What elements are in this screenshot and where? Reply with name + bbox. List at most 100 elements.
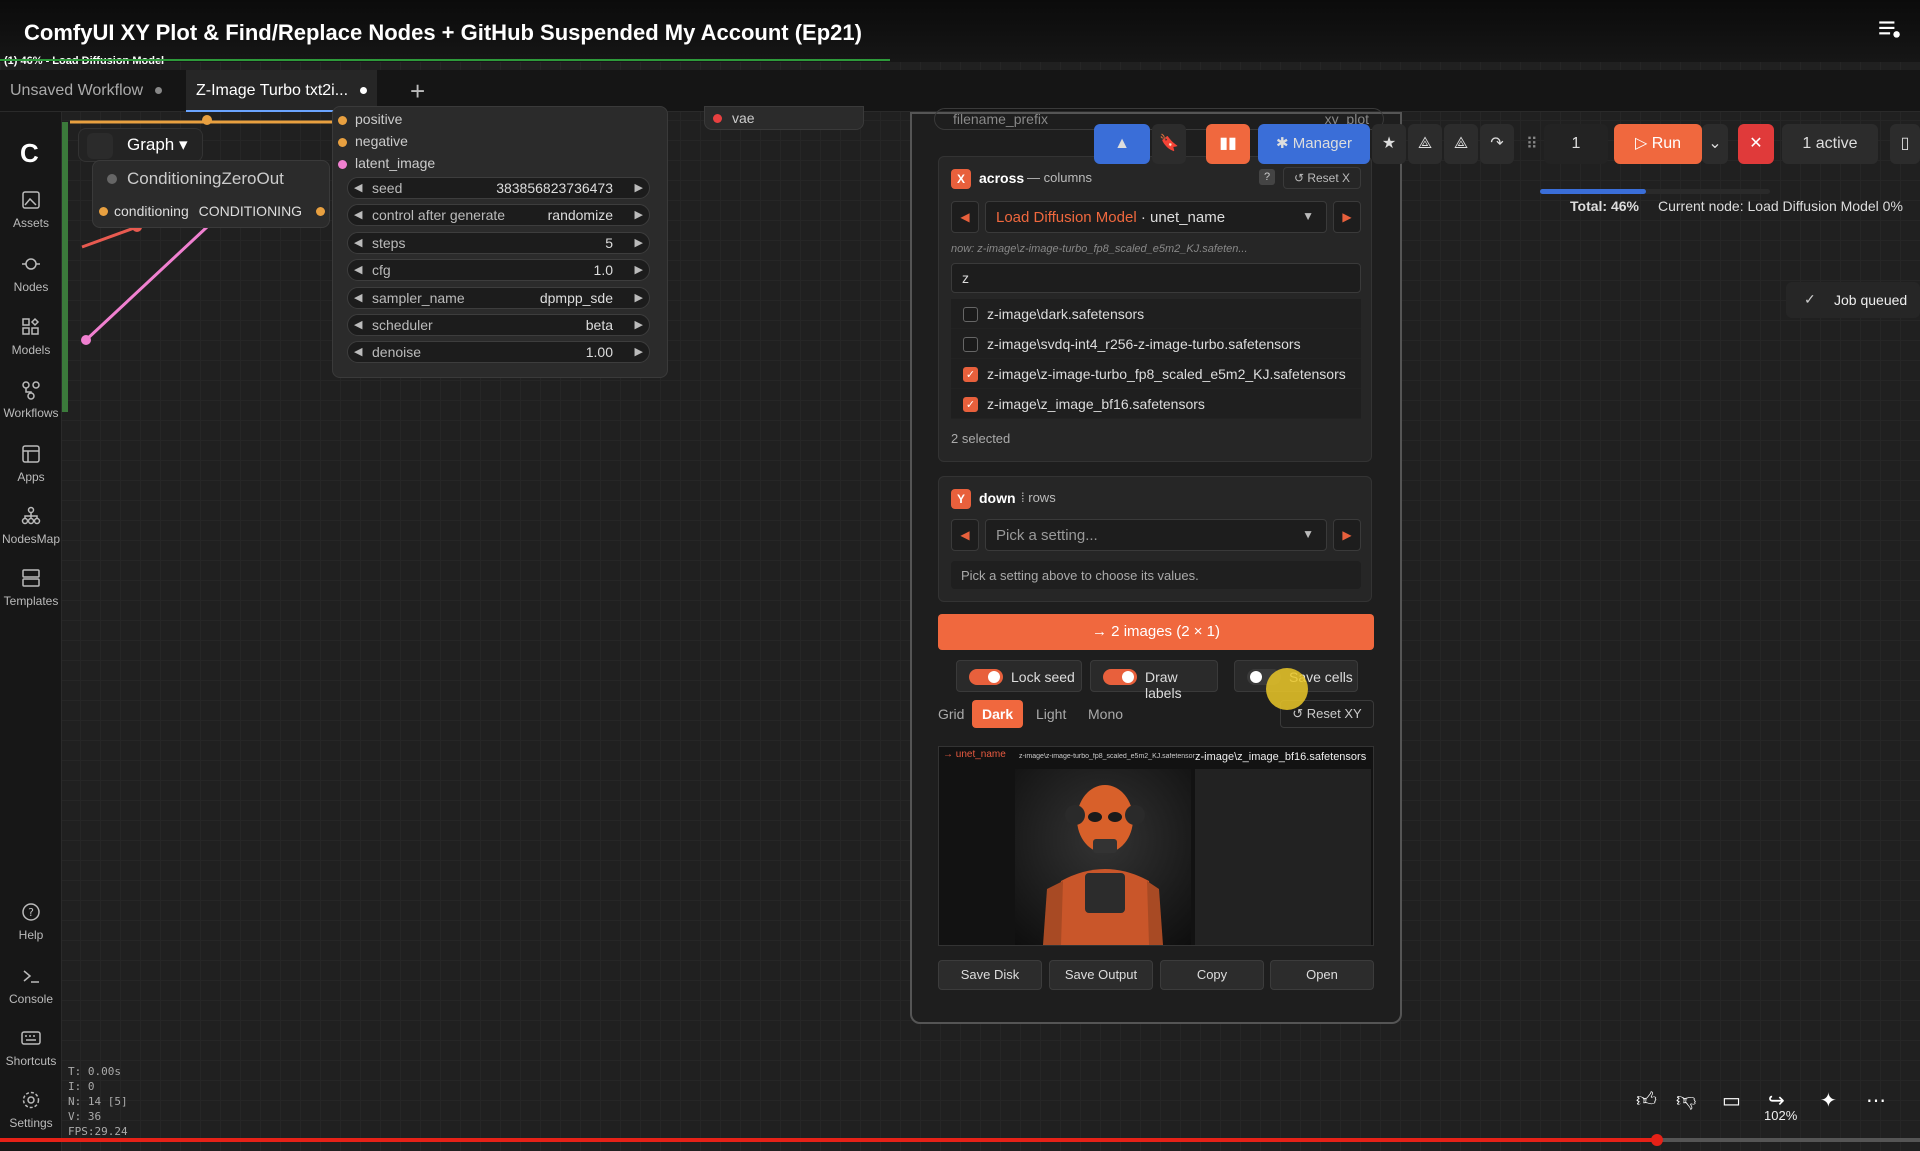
draw-labels-toggle[interactable]: Draw labels: [1090, 660, 1218, 701]
more-icon[interactable]: ⋯: [1866, 1088, 1886, 1113]
save-disk-button[interactable]: Save Disk: [938, 960, 1042, 990]
next-setting-button[interactable]: ▶: [1333, 519, 1361, 551]
active-queue-button[interactable]: 1 active: [1782, 124, 1878, 164]
sidebar-item-label: Console: [8, 992, 54, 1006]
input-slot-positive[interactable]: positive: [338, 111, 402, 127]
conditioning-zero-out-node[interactable]: ConditioningZeroOut conditioning CONDITI…: [92, 160, 330, 228]
video-progress-played: [0, 1138, 1658, 1142]
widget-scheduler[interactable]: ◀ scheduler beta ▶: [347, 314, 650, 336]
slot-dot-icon: [338, 137, 347, 147]
theme-dark-button[interactable]: Dark: [972, 700, 1024, 728]
sparkle-icon[interactable]: ✦: [1820, 1088, 1837, 1113]
sidebar-item-shortcuts[interactable]: Shortcuts: [0, 1028, 62, 1068]
widget-denoise[interactable]: ◀ denoise 1.00 ▶: [347, 341, 650, 363]
toggle-switch[interactable]: [969, 669, 1003, 685]
y-axis-subtitle: ⁞ rows: [1021, 490, 1056, 505]
widget-steps[interactable]: ◀ steps 5 ▶: [347, 232, 650, 254]
prev-setting-button[interactable]: ◀: [951, 201, 979, 233]
widget-value: beta: [585, 317, 613, 333]
sidebar-item-label: Assets: [12, 216, 49, 230]
input-slot-latent-image[interactable]: latent_image: [338, 155, 435, 171]
star-icon[interactable]: ★: [1372, 124, 1406, 164]
load-progress-line: [0, 59, 890, 61]
copy-button[interactable]: Copy: [1160, 960, 1264, 990]
dislike-icon[interactable]: 👎︎: [1676, 1088, 1696, 1112]
theme-mono-button[interactable]: Mono: [1078, 700, 1133, 728]
output-slot-conditioning[interactable]: conditioning CONDITIONING: [99, 203, 325, 219]
sidebar-item-templates[interactable]: Templates: [0, 568, 62, 608]
robot-illustration: [1043, 785, 1163, 945]
x-setting-select[interactable]: Load Diffusion Model · unet_name ▼: [985, 201, 1327, 233]
graph-breadcrumb[interactable]: Graph ▾: [78, 128, 203, 162]
xy-plot-icon[interactable]: ▮▮: [1206, 124, 1250, 164]
next-setting-button[interactable]: ▶: [1333, 201, 1361, 233]
open-button[interactable]: Open: [1270, 960, 1374, 990]
checkbox-checked[interactable]: ✓: [963, 397, 978, 412]
widget-cfg[interactable]: ◀ cfg 1.0 ▶: [347, 259, 650, 281]
model-icon[interactable]: ⟁: [1408, 124, 1442, 164]
xy-grid-preview[interactable]: → unet_name z-image\z-image-turbo_fp8_sc…: [938, 746, 1374, 946]
y-setting-select[interactable]: Pick a setting... ▼: [985, 519, 1327, 551]
widget-control-after-generate[interactable]: ◀ control after generate randomize ▶: [347, 204, 650, 226]
file-option-row[interactable]: z-image\dark.safetensors: [951, 299, 1361, 329]
save-output-button[interactable]: Save Output: [1049, 960, 1153, 990]
generate-grid-button[interactable]: → 2 images (2 × 1): [938, 614, 1374, 650]
drag-handle-icon[interactable]: ⠿: [1526, 134, 1538, 154]
x-axis-badge: X: [951, 169, 971, 189]
widget-seed[interactable]: ◀ seed 383856823736473 ▶: [347, 177, 650, 199]
sidebar-item-label: Nodes: [13, 280, 49, 294]
toggle-switch[interactable]: [1103, 669, 1137, 685]
sidebar-item-label: Help: [18, 928, 44, 942]
video-scrubber-handle[interactable]: [1651, 1134, 1663, 1146]
widget-sampler-name[interactable]: ◀ sampler_name dpmpp_sde ▶: [347, 287, 650, 309]
sidebar-item-nodes[interactable]: Nodes: [0, 254, 62, 294]
sidebar-item-models[interactable]: Models: [0, 317, 62, 357]
y-axis-name: down: [979, 490, 1016, 506]
zoom-level[interactable]: 102%: [1764, 1108, 1797, 1123]
sidebar-item-nodesmap[interactable]: NodesMap: [0, 506, 62, 546]
panel-toggle-icon[interactable]: ▯: [1890, 124, 1920, 164]
grid-theme-label: Grid: [938, 706, 965, 722]
input-slot-negative[interactable]: negative: [338, 133, 408, 149]
share-icon[interactable]: ↷: [1480, 124, 1514, 164]
run-options-chevron-icon[interactable]: ⌄: [1702, 124, 1728, 164]
vae-decode-node[interactable]: vae: [704, 106, 864, 130]
prev-setting-button[interactable]: ◀: [951, 519, 979, 551]
playlist-menu-icon[interactable]: [1876, 16, 1902, 42]
theme-light-button[interactable]: Light: [1026, 700, 1076, 728]
checkbox-checked[interactable]: ✓: [963, 367, 978, 382]
bookmark-icon[interactable]: 🔖: [1152, 124, 1186, 164]
total-progress-bar: [1540, 189, 1770, 194]
cancel-run-button[interactable]: ✕: [1738, 124, 1774, 164]
sidebar-item-settings[interactable]: Settings: [0, 1090, 62, 1130]
queue-count-stepper[interactable]: 1: [1544, 124, 1608, 164]
manager-button[interactable]: ✱ Manager: [1258, 124, 1370, 164]
help-icon[interactable]: ?: [1259, 169, 1275, 185]
file-option-row[interactable]: ✓ z-image\z_image_bf16.safetensors: [951, 389, 1361, 419]
sidebar-item-assets[interactable]: Assets: [0, 190, 62, 230]
lock-seed-toggle[interactable]: Lock seed: [956, 660, 1082, 692]
tab-unsaved-workflow[interactable]: Unsaved Workflow: [0, 70, 172, 112]
sidebar-item-help[interactable]: ? Help: [0, 902, 62, 942]
y-axis-dash: ⁞: [1021, 490, 1025, 505]
sidebar-item-apps[interactable]: Apps: [0, 444, 62, 484]
value-filter-input[interactable]: z: [951, 263, 1361, 293]
input-slot-vae[interactable]: vae: [713, 110, 755, 126]
run-button[interactable]: ▷ Run: [1614, 124, 1702, 164]
comfy-logo-icon[interactable]: C: [20, 138, 39, 169]
sidebar-item-label: Settings: [9, 1116, 53, 1130]
model-alt-icon[interactable]: ⟁: [1444, 124, 1478, 164]
sidebar-item-console[interactable]: Console: [0, 966, 62, 1006]
new-tab-button[interactable]: +: [410, 76, 425, 107]
file-option-row[interactable]: z-image\svdq-int4_r256-z-image-turbo.saf…: [951, 329, 1361, 359]
custom-node-icon[interactable]: ▲: [1094, 124, 1150, 164]
video-title-bar: ComfyUI XY Plot & Find/Replace Nodes + G…: [0, 0, 1920, 67]
reset-x-button[interactable]: ↺ Reset X: [1283, 167, 1361, 189]
comment-icon[interactable]: ▭: [1722, 1088, 1741, 1113]
like-icon[interactable]: 👍︎: [1636, 1088, 1657, 1112]
checkbox[interactable]: [963, 337, 978, 352]
xy-plot-panel[interactable]: filename_prefix xy_plot X across — colum…: [910, 108, 1402, 1024]
sidebar-item-workflows[interactable]: Workflows: [0, 380, 62, 420]
file-option-row[interactable]: ✓ z-image\z-image-turbo_fp8_scaled_e5m2_K…: [951, 359, 1361, 389]
checkbox[interactable]: [963, 307, 978, 322]
